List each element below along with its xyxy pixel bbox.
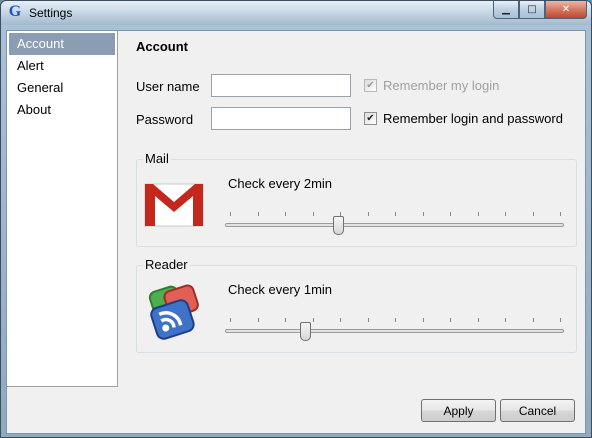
slider-tick [368, 318, 369, 322]
slider-tick [450, 318, 451, 322]
sidebar: Account Alert General About [7, 31, 118, 387]
slider-tick [395, 318, 396, 322]
slider-tick [340, 318, 341, 322]
maximize-button[interactable]: □ [519, 1, 545, 19]
reader-slider-thumb[interactable] [300, 322, 311, 341]
mail-slider-ticks [230, 212, 561, 218]
slider-tick [368, 212, 369, 216]
slider-tick [505, 318, 506, 322]
maximize-icon: □ [527, 4, 537, 15]
mail-check-interval: Check every 2min [228, 176, 333, 191]
remember-login-label: Remember my login [383, 78, 500, 93]
slider-tick [285, 212, 286, 216]
password-input[interactable] [211, 107, 351, 130]
reader-group: Reader Check every 1min [136, 257, 577, 353]
sidebar-item-alert[interactable]: Alert [9, 55, 115, 77]
reader-slider-track[interactable] [225, 329, 564, 333]
reader-slider-ticks [230, 318, 561, 324]
mail-slider-thumb[interactable] [333, 216, 344, 235]
password-label: Password [136, 112, 194, 127]
reader-group-label: Reader [143, 257, 190, 272]
username-label: User name [136, 79, 200, 94]
slider-tick [395, 212, 396, 216]
remember-both-label: Remember login and password [383, 111, 563, 126]
minimize-icon: ▁ [502, 4, 510, 15]
section-title: Account [136, 39, 188, 54]
gmail-icon [144, 183, 204, 227]
remember-both-checkbox[interactable]: ✔ [364, 112, 377, 125]
slider-tick [560, 318, 561, 322]
cancel-button[interactable]: Cancel [500, 399, 575, 422]
settings-client-area: Account Alert General About Account User… [6, 30, 586, 434]
sidebar-item-account[interactable]: Account [9, 33, 115, 55]
google-reader-icon [148, 284, 199, 340]
title-bar[interactable]: G Settings ▁ □ ✕ [1, 1, 591, 25]
slider-tick [450, 212, 451, 216]
slider-tick [533, 212, 534, 216]
settings-window: G Settings ▁ □ ✕ Account Alert General A… [0, 0, 592, 438]
username-input[interactable] [211, 74, 351, 97]
remember-login-checkbox[interactable]: ✔ [364, 79, 377, 92]
slider-tick [285, 318, 286, 322]
slider-tick [560, 212, 561, 216]
mail-slider-track[interactable] [225, 223, 564, 227]
minimize-button[interactable]: ▁ [493, 1, 519, 19]
apply-button[interactable]: Apply [421, 399, 496, 422]
slider-tick [230, 212, 231, 216]
slider-tick [423, 318, 424, 322]
slider-tick [313, 318, 314, 322]
slider-tick [230, 318, 231, 322]
window-title: Settings [29, 6, 73, 20]
slider-tick [478, 318, 479, 322]
close-icon: ✕ [561, 4, 571, 15]
slider-tick [505, 212, 506, 216]
close-button[interactable]: ✕ [545, 1, 587, 19]
slider-tick [533, 318, 534, 322]
slider-tick [423, 212, 424, 216]
caption-buttons: ▁ □ ✕ [493, 1, 587, 19]
sidebar-item-about[interactable]: About [9, 99, 115, 121]
google-g-icon: G [8, 3, 22, 20]
slider-tick [478, 212, 479, 216]
sidebar-item-general[interactable]: General [9, 77, 115, 99]
slider-tick [313, 212, 314, 216]
slider-tick [258, 212, 259, 216]
mail-group: Mail Check every 2min [136, 151, 577, 247]
reader-check-interval: Check every 1min [228, 282, 333, 297]
mail-group-label: Mail [143, 151, 171, 166]
slider-tick [258, 318, 259, 322]
